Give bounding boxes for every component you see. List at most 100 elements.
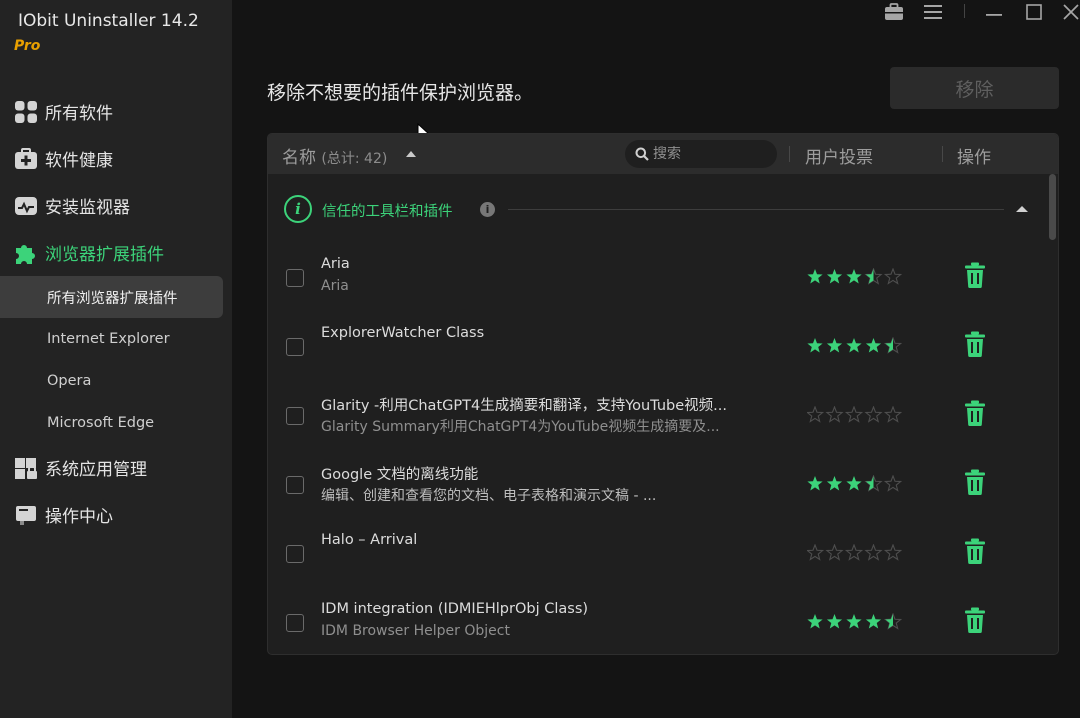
group-title: 信任的工具栏和插件 bbox=[322, 204, 453, 220]
table-header: 名称 (总计: 42) 用户投票 操作 bbox=[268, 134, 1058, 174]
page-headline: 移除不想要的插件保护浏览器。 bbox=[267, 82, 534, 104]
row-checkbox[interactable] bbox=[286, 269, 304, 287]
star-icon bbox=[865, 614, 882, 629]
star-icon bbox=[883, 613, 902, 630]
extension-description: IDM Browser Helper Object bbox=[321, 623, 510, 639]
star-icon bbox=[864, 268, 883, 285]
extension-description: Aria bbox=[321, 278, 349, 294]
star-icon bbox=[807, 269, 823, 284]
row-checkbox[interactable] bbox=[286, 407, 304, 425]
extensions-panel: 名称 (总计: 42) 用户投票 操作 i 信任的工具栏和插件 i Aria A… bbox=[267, 133, 1059, 655]
header-divider bbox=[789, 146, 790, 162]
star-icon bbox=[807, 544, 825, 561]
delete-icon[interactable] bbox=[964, 607, 986, 633]
sort-ascending-icon[interactable] bbox=[406, 151, 416, 157]
table-row: IDM integration (IDMIEHlprObj Class) IDM… bbox=[268, 589, 1048, 654]
star-rating bbox=[807, 613, 902, 630]
table-row: ExplorerWatcher Class bbox=[268, 313, 1048, 382]
table-row: Halo – Arrival bbox=[268, 520, 1048, 589]
extension-name: Google 文档的离线功能 bbox=[321, 467, 479, 483]
sidebar-item-software-health[interactable]: 软件健康 bbox=[0, 135, 232, 182]
sidebar-subitem-opera[interactable]: Opera bbox=[0, 360, 232, 402]
table-row: Aria Aria bbox=[268, 244, 1048, 313]
star-icon bbox=[864, 406, 883, 423]
star-icon bbox=[883, 268, 902, 285]
sidebar-item-label: 安装监视器 bbox=[45, 198, 130, 218]
extension-description: 编辑、创建和查看您的文档、电子表格和演示文稿 - ... bbox=[321, 488, 657, 504]
sidebar-item-all-software[interactable]: 所有软件 bbox=[0, 88, 232, 135]
row-checkbox[interactable] bbox=[286, 545, 304, 563]
sidebar-subitem-label: Opera bbox=[47, 373, 92, 389]
column-votes-header: 用户投票 bbox=[805, 148, 873, 168]
star-icon bbox=[825, 544, 844, 561]
group-header-trusted: i 信任的工具栏和插件 i bbox=[268, 174, 1048, 244]
star-icon bbox=[826, 338, 843, 353]
sidebar-nav: 所有软件 软件健康 安装监视器 浏览器扩展插件 所有浏览器扩展插件 Intern… bbox=[0, 88, 232, 538]
scrollbar-thumb[interactable] bbox=[1049, 174, 1056, 240]
extension-name: Glarity -利用ChatGPT4生成摘要和翻译，支持YouTube视频..… bbox=[321, 398, 727, 414]
table-row: Google 文档的离线功能 编辑、创建和查看您的文档、电子表格和演示文稿 - … bbox=[268, 451, 1048, 520]
sidebar-item-label: 浏览器扩展插件 bbox=[45, 245, 164, 265]
star-icon bbox=[865, 338, 882, 353]
close-icon[interactable] bbox=[1060, 0, 1080, 24]
star-icon bbox=[826, 269, 843, 284]
sidebar-subitem-label: Microsoft Edge bbox=[47, 415, 155, 431]
sidebar-subitem-microsoft-edge[interactable]: Microsoft Edge bbox=[0, 402, 232, 444]
row-checkbox[interactable] bbox=[286, 338, 304, 356]
extension-name: Halo – Arrival bbox=[321, 532, 418, 548]
column-name-header[interactable]: 名称 (总计: 42) bbox=[282, 143, 387, 168]
sidebar-item-label: 软件健康 bbox=[45, 151, 113, 171]
delete-icon[interactable] bbox=[964, 469, 986, 495]
collapse-group-icon[interactable] bbox=[1016, 206, 1028, 212]
sidebar-subitem-internet-explorer[interactable]: Internet Explorer bbox=[0, 318, 232, 360]
search-input[interactable] bbox=[653, 146, 763, 162]
sidebar-item-label: 操作中心 bbox=[45, 507, 113, 527]
sidebar-subitem-all-extensions[interactable]: 所有浏览器扩展插件 bbox=[0, 276, 223, 318]
delete-icon[interactable] bbox=[964, 331, 986, 357]
remove-button[interactable]: 移除 bbox=[890, 67, 1059, 109]
star-icon bbox=[846, 338, 862, 353]
delete-icon[interactable] bbox=[964, 538, 986, 564]
row-checkbox[interactable] bbox=[286, 614, 304, 632]
total-count: (总计: 42) bbox=[321, 151, 388, 167]
monitor-icon bbox=[13, 193, 38, 218]
delete-icon[interactable] bbox=[964, 400, 986, 426]
star-rating bbox=[807, 337, 902, 354]
toolbox-icon[interactable] bbox=[882, 0, 906, 24]
menu-icon[interactable] bbox=[921, 0, 945, 24]
star-icon bbox=[844, 544, 864, 561]
minimize-icon[interactable] bbox=[982, 0, 1006, 24]
star-rating bbox=[807, 268, 902, 285]
star-icon bbox=[883, 337, 902, 354]
apps-grid-icon bbox=[13, 99, 38, 124]
star-icon bbox=[883, 544, 902, 561]
window-controls-separator bbox=[964, 4, 965, 18]
maximize-icon[interactable] bbox=[1022, 0, 1046, 24]
star-icon bbox=[846, 476, 862, 491]
sidebar-item-label: 系统应用管理 bbox=[45, 460, 147, 480]
puzzle-icon bbox=[13, 240, 38, 265]
star-icon bbox=[883, 475, 902, 492]
app-title: IObit Uninstaller 14.2 bbox=[18, 11, 199, 31]
star-icon bbox=[844, 406, 864, 423]
star-icon bbox=[883, 406, 902, 423]
search-box[interactable] bbox=[625, 140, 777, 168]
star-rating bbox=[807, 406, 902, 423]
sidebar-item-browser-extensions[interactable]: 浏览器扩展插件 bbox=[0, 229, 232, 276]
info-icon: i bbox=[284, 195, 312, 223]
sidebar-item-install-monitor[interactable]: 安装监视器 bbox=[0, 182, 232, 229]
star-icon bbox=[825, 406, 844, 423]
sidebar-item-system-apps[interactable]: 系统应用管理 bbox=[0, 444, 232, 491]
sidebar-subitem-label: 所有浏览器扩展插件 bbox=[47, 290, 178, 307]
delete-icon[interactable] bbox=[964, 262, 986, 288]
header-divider bbox=[942, 146, 943, 162]
help-icon[interactable]: i bbox=[480, 202, 495, 217]
sidebar-subitem-label: Internet Explorer bbox=[47, 331, 170, 347]
star-rating bbox=[807, 475, 902, 492]
star-icon bbox=[846, 614, 862, 629]
windows-lock-icon bbox=[13, 455, 38, 480]
row-checkbox[interactable] bbox=[286, 476, 304, 494]
sidebar: IObit Uninstaller 14.2 Pro 所有软件 软件健康 安装监… bbox=[0, 0, 232, 718]
star-icon bbox=[807, 338, 823, 353]
sidebar-item-action-center[interactable]: 操作中心 bbox=[0, 491, 232, 538]
